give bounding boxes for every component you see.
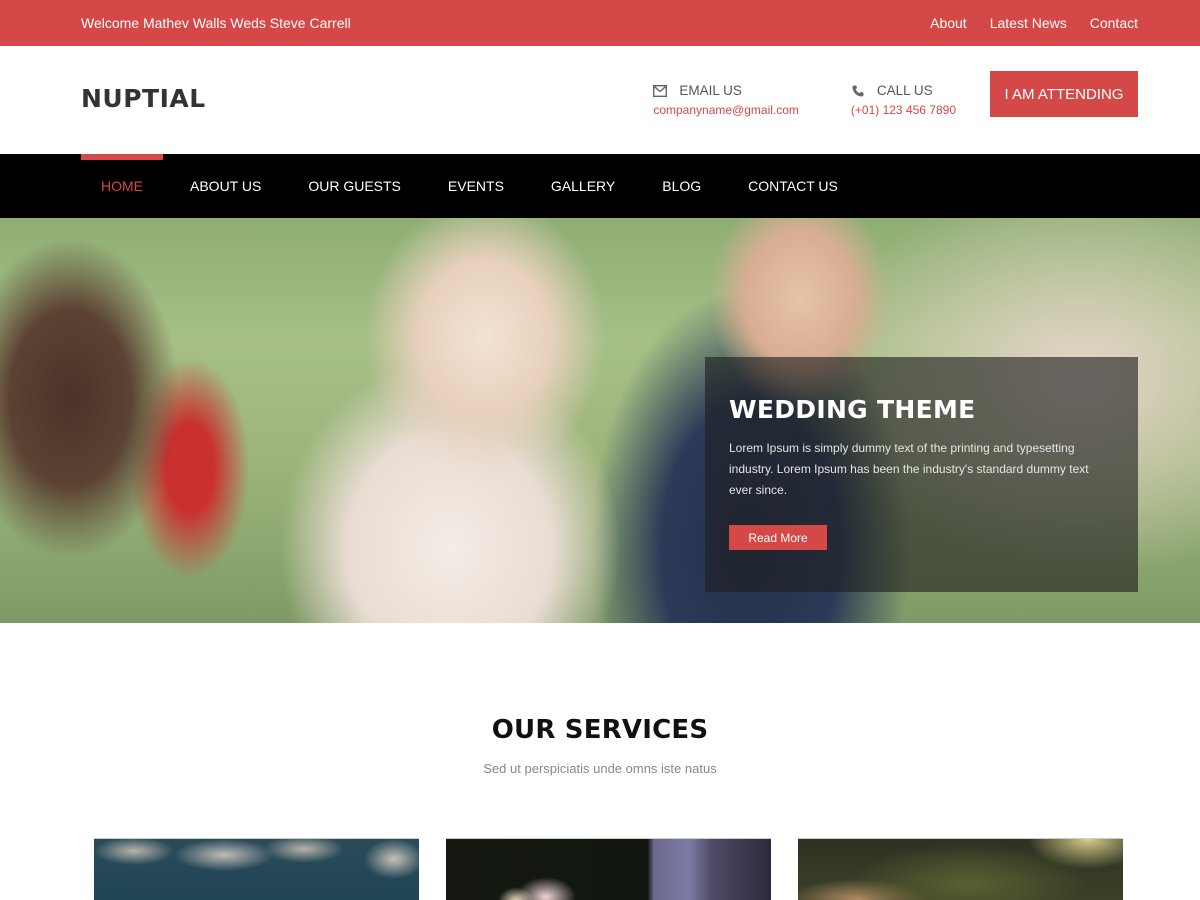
call-label-row: CALL US: [851, 83, 956, 98]
nav-item-about-us[interactable]: ABOUT US: [170, 154, 281, 218]
service-cards: [0, 838, 1200, 900]
email-value[interactable]: companyname@gmail.com: [653, 103, 799, 117]
phone-icon: [851, 84, 865, 98]
top-link-contact[interactable]: Contact: [1090, 15, 1138, 31]
service-card-image[interactable]: [798, 838, 1123, 900]
top-link-about[interactable]: About: [930, 15, 967, 31]
nav-item-gallery[interactable]: GALLERY: [531, 154, 635, 218]
service-card-image[interactable]: [446, 838, 771, 900]
main-nav: HOME ABOUT US OUR GUESTS EVENTS GALLERY …: [0, 154, 1200, 218]
services-subtitle: Sed ut perspiciatis unde omns iste natus: [483, 761, 717, 776]
nav-item-contact-us[interactable]: CONTACT US: [728, 154, 858, 218]
call-label: CALL US: [876, 83, 933, 98]
email-label-row: EMAIL US: [653, 83, 799, 98]
phone-value[interactable]: (+01) 123 456 7890: [851, 103, 956, 117]
nav-item-home[interactable]: HOME: [81, 154, 163, 218]
top-link-latest-news[interactable]: Latest News: [990, 15, 1067, 31]
service-card-image[interactable]: [94, 838, 419, 900]
site-logo[interactable]: NUPTIAL: [81, 84, 206, 113]
site-header: NUPTIAL EMAIL US companyname@gmail.com C…: [0, 46, 1200, 154]
nav-item-events[interactable]: EVENTS: [428, 154, 524, 218]
header-contact-area: EMAIL US companyname@gmail.com CALL US (…: [653, 71, 1138, 129]
services-title: OUR SERVICES: [491, 715, 709, 745]
hero-description: Lorem Ipsum is simply dummy text of the …: [729, 441, 1089, 497]
hero-caption-box: WEDDING THEME Lorem Ipsum is simply dumm…: [705, 357, 1138, 592]
nav-item-our-guests[interactable]: OUR GUESTS: [288, 154, 421, 218]
nav-item-blog[interactable]: BLOG: [642, 154, 721, 218]
phone-contact: CALL US (+01) 123 456 7890: [851, 83, 956, 117]
i-am-attending-button[interactable]: I AM ATTENDING: [990, 71, 1138, 117]
welcome-message: Welcome Mathev Walls Weds Steve Carrell: [81, 15, 351, 31]
hero-banner: WEDDING THEME Lorem Ipsum is simply dumm…: [0, 218, 1200, 623]
read-more-button[interactable]: Read More: [729, 525, 827, 550]
hero-title: WEDDING THEME: [729, 395, 976, 424]
top-bar: Welcome Mathev Walls Weds Steve Carrell …: [0, 0, 1200, 46]
email-label: EMAIL US: [679, 83, 742, 98]
envelope-icon: [653, 84, 668, 98]
email-contact: EMAIL US companyname@gmail.com: [653, 83, 799, 117]
services-section: OUR SERVICES Sed ut perspiciatis unde om…: [0, 623, 1200, 900]
top-links: About Latest News Contact: [930, 15, 1138, 31]
